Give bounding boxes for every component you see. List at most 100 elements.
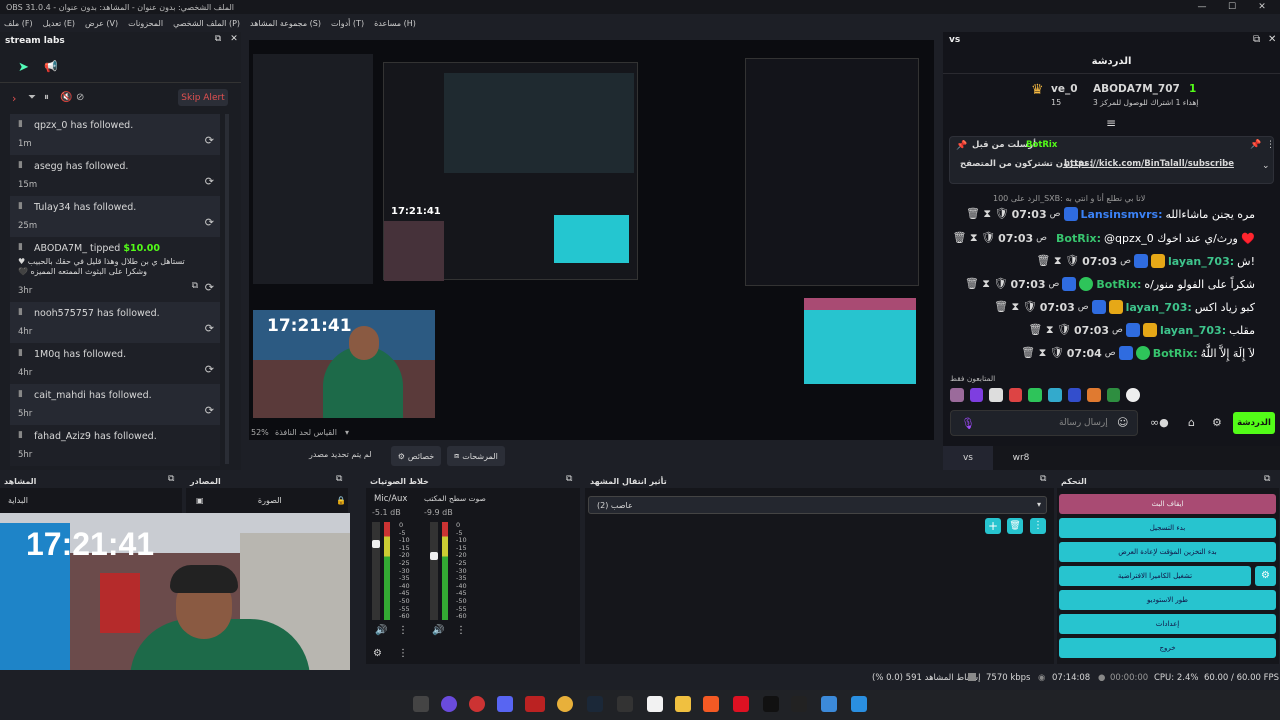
pause-icon[interactable]: ⏸ bbox=[44, 92, 49, 103]
replay-buffer-button[interactable]: بدء التخزين المؤقت لإعادة العرض bbox=[1059, 542, 1276, 562]
chevron-down-icon[interactable]: ⌄ bbox=[1262, 161, 1270, 171]
block-icon[interactable]: ⊘ bbox=[76, 92, 84, 103]
obs-app-icon[interactable] bbox=[413, 696, 429, 712]
follower-name[interactable]: asegg bbox=[34, 161, 63, 172]
app-icon[interactable] bbox=[733, 696, 749, 712]
studio-mode-button[interactable]: طور الاستوديو bbox=[1059, 590, 1276, 610]
mod-icons[interactable]: 🗑 ⧗ 🛡 bbox=[966, 207, 1009, 221]
replay-icon[interactable]: ⟳ bbox=[205, 363, 214, 376]
chevron-down-icon[interactable]: ▾ bbox=[345, 428, 349, 437]
undock-icon[interactable]: ⧉ bbox=[1253, 34, 1260, 45]
emote-icon[interactable] bbox=[1047, 388, 1062, 402]
more-icon[interactable]: ⋮ bbox=[398, 625, 408, 636]
preview-canvas[interactable]: 17:21:41 17:21:41 bbox=[249, 40, 934, 440]
transition-select[interactable]: عاصب (2) ▾ bbox=[588, 496, 1047, 514]
close-dock-icon[interactable]: ✕ bbox=[228, 34, 240, 46]
menu-icon[interactable]: ≡ bbox=[1106, 116, 1116, 130]
settings-button[interactable]: إعدادات bbox=[1059, 614, 1276, 634]
send-chat-button[interactable]: الدردشة bbox=[1233, 412, 1275, 434]
more-icon[interactable]: ⋮ bbox=[456, 625, 466, 636]
app-icon[interactable] bbox=[617, 696, 633, 712]
replay-icon[interactable]: ⟳ bbox=[205, 175, 214, 188]
close-button[interactable]: ✕ bbox=[1248, 0, 1276, 14]
follower-name[interactable]: cait_mahdi bbox=[34, 390, 86, 401]
mod-icons[interactable]: 🗑 ⧗ 🛡 bbox=[965, 277, 1008, 291]
emote-icon[interactable] bbox=[1106, 388, 1121, 402]
leader-name[interactable]: ve_0 bbox=[1051, 83, 1078, 95]
emote-icon[interactable] bbox=[1028, 388, 1042, 402]
volume-slider[interactable] bbox=[372, 522, 380, 620]
chat-input[interactable]: 🎙 إرسال رسالة ☺ bbox=[950, 410, 1138, 436]
emote-icon[interactable] bbox=[1067, 388, 1082, 402]
follower-name[interactable]: 1M0q bbox=[34, 349, 60, 360]
app-icon[interactable] bbox=[525, 696, 545, 712]
send-icon[interactable]: ➤ bbox=[18, 60, 29, 75]
steam-icon[interactable] bbox=[587, 696, 603, 712]
menu-edit[interactable]: تعديل (E) bbox=[43, 19, 75, 28]
menu-scene-collection[interactable]: مجموعة المشاهد (S) bbox=[250, 19, 321, 28]
capcut-icon[interactable] bbox=[791, 696, 807, 712]
chat-username[interactable]: BotRix: bbox=[1096, 278, 1141, 291]
replay-icon[interactable]: ⟳ bbox=[205, 134, 214, 147]
volume-slider[interactable] bbox=[430, 522, 438, 620]
menu-profile[interactable]: الملف الشخصي (P) bbox=[173, 19, 240, 28]
menu-view[interactable]: عرض (V) bbox=[85, 19, 118, 28]
mod-icons[interactable]: 🗑 ⧗ 🛡 bbox=[994, 300, 1037, 314]
chat-dock-tab[interactable]: vs bbox=[949, 35, 960, 45]
app-icon[interactable] bbox=[647, 696, 663, 712]
tipper-name[interactable]: ABODA7M_ bbox=[34, 243, 87, 254]
file-explorer-icon[interactable] bbox=[675, 696, 691, 712]
mod-icons[interactable]: 🗑 ⧗ 🛡 bbox=[952, 231, 995, 245]
emote-icon[interactable] bbox=[1126, 388, 1140, 402]
properties-button[interactable]: ⚙ خصائص bbox=[391, 446, 441, 466]
minimize-button[interactable]: — bbox=[1188, 0, 1216, 14]
more-icon[interactable]: ⋮ bbox=[1266, 140, 1275, 150]
exit-button[interactable]: خروج bbox=[1059, 638, 1276, 658]
discord-icon[interactable] bbox=[497, 696, 513, 712]
menu-tools[interactable]: أدوات (T) bbox=[331, 19, 364, 28]
users-icon[interactable]: ∞● bbox=[1150, 416, 1169, 429]
scrollbar[interactable] bbox=[225, 114, 229, 464]
menu-help[interactable]: مساعدة (H) bbox=[374, 19, 416, 28]
replay-icon[interactable]: ⟳ bbox=[205, 216, 214, 229]
undock-icon[interactable]: ⧉ bbox=[1040, 474, 1046, 484]
zoom-level[interactable]: 52% bbox=[251, 428, 269, 437]
mod-icons[interactable]: 🗑 ⧗ 🛡 bbox=[1036, 254, 1079, 268]
replay-icon[interactable]: ⟳ bbox=[205, 404, 214, 417]
replay-icon[interactable]: ⟳ bbox=[205, 281, 214, 294]
zoom-mode[interactable]: القياس لحد النافذة bbox=[275, 428, 337, 437]
emote-icon[interactable] bbox=[969, 388, 984, 402]
follower-name[interactable]: qpzx_0 bbox=[34, 120, 67, 131]
tab-wr8[interactable]: wr8 bbox=[993, 446, 1049, 470]
emote-icon[interactable] bbox=[1008, 388, 1023, 402]
follower-name[interactable]: Tulay34 bbox=[34, 202, 71, 213]
microphone-icon[interactable]: 🎙 bbox=[961, 417, 975, 430]
pinned-link[interactable]: https://kick.com/BinTalall/subscribe bbox=[1064, 159, 1234, 169]
skip-alert-button[interactable]: Skip Alert bbox=[178, 89, 228, 106]
emote-icon[interactable] bbox=[989, 388, 1003, 402]
maximize-button[interactable]: ☐ bbox=[1218, 0, 1246, 14]
emoji-icon[interactable]: ☺ bbox=[1117, 416, 1128, 429]
filters-button[interactable]: ⧈ المرشحات bbox=[447, 446, 505, 466]
undock-icon[interactable]: ⧉ bbox=[336, 474, 342, 484]
mod-icons[interactable]: 🗑 ⧗ 🛡 bbox=[1021, 346, 1064, 360]
chat-username[interactable]: layan_703: bbox=[1168, 255, 1234, 268]
copy-icon[interactable]: ⧉ bbox=[192, 281, 198, 291]
undock-icon[interactable]: ⧉ bbox=[212, 34, 224, 46]
follower-name[interactable]: fahad_Aziz9 bbox=[34, 431, 91, 442]
more-icon[interactable]: ⋮ bbox=[398, 648, 408, 659]
pin-icon[interactable]: 📌 bbox=[1250, 140, 1261, 150]
megaphone-icon[interactable]: 📢 bbox=[44, 60, 58, 73]
delete-transition-icon[interactable]: 🗑 bbox=[1007, 518, 1023, 534]
replay-icon[interactable]: ⟳ bbox=[205, 322, 214, 335]
emote-icon[interactable] bbox=[1087, 388, 1101, 402]
undock-icon[interactable]: ⧉ bbox=[168, 474, 174, 484]
chat-username[interactable]: Lansinsmvrs: bbox=[1081, 208, 1163, 221]
scene-item[interactable]: البداية bbox=[8, 496, 28, 505]
mod-icons[interactable]: 🗑 ⧗ 🛡 bbox=[1028, 323, 1071, 337]
more-icon[interactable]: ⋮ bbox=[1030, 518, 1046, 534]
app-icon[interactable] bbox=[469, 696, 485, 712]
chat-username[interactable]: BotRix: bbox=[1056, 232, 1101, 245]
chat-username[interactable]: BotRix: bbox=[1153, 347, 1198, 360]
windows-icon[interactable] bbox=[851, 696, 867, 712]
